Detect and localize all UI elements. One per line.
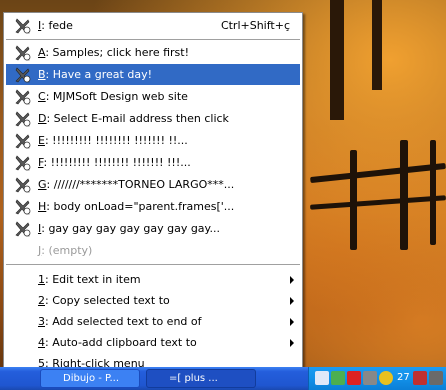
- tray-app-icon[interactable]: [363, 371, 377, 385]
- clip-item-label: G: ///////*******TORNEO LARGO***...: [38, 178, 234, 191]
- submenu-arrow-icon: [290, 318, 294, 326]
- shortcut-label: Ctrl+Shift+ç: [220, 19, 290, 32]
- fence-post: [400, 140, 408, 250]
- clip-item-label: E: !!!!!!!!! !!!!!!!! !!!!!!! !!...: [38, 134, 188, 147]
- clip-item-label: J: (empty): [38, 244, 92, 257]
- clip-item-text: : Select E-mail address then click: [46, 112, 229, 125]
- accelerator-key: E: [38, 134, 45, 147]
- clipboard-clip-icon: [14, 110, 32, 128]
- clip-item-label: I: gay gay gay gay gay gay gay...: [38, 222, 220, 235]
- clip-item-text: : body onLoad="parent.frames['...: [46, 200, 235, 213]
- clip-item-text: : MJMSoft Design web site: [45, 90, 188, 103]
- clip-item-text: : gay gay gay gay gay gay gay...: [41, 222, 220, 235]
- menu-separator: [6, 39, 300, 40]
- clipboard-clip-icon: [14, 220, 32, 238]
- accelerator-key: 4: [38, 336, 45, 349]
- menu-action-label: 3: Add selected text to end of: [38, 315, 202, 328]
- accelerator-key: 3: [38, 315, 45, 328]
- clip-item-c[interactable]: C: MJMSoft Design web site: [6, 86, 300, 107]
- context-menu: I: fede Ctrl+Shift+ç A: Samples; click her…: [3, 12, 303, 370]
- clip-item-label: C: MJMSoft Design web site: [38, 90, 188, 103]
- fence-rail: [310, 162, 446, 184]
- menu-action-2[interactable]: 2: Copy selected text to: [6, 290, 300, 311]
- clipboard-clip-icon: [14, 132, 32, 150]
- menu-action-3[interactable]: 3: Add selected text to end of: [6, 311, 300, 332]
- clip-item-label: A: Samples; click here first!: [38, 46, 189, 59]
- clip-item-e[interactable]: E: !!!!!!!!! !!!!!!!! !!!!!!! !!...: [6, 130, 300, 151]
- clip-item-text: : Samples; click here first!: [45, 46, 189, 59]
- clip-item-i-top[interactable]: I: fede Ctrl+Shift+ç: [6, 15, 300, 36]
- tray-app-icon[interactable]: [429, 371, 443, 385]
- clip-item-h[interactable]: H: body onLoad="parent.frames['...: [6, 196, 300, 217]
- clipboard-clip-icon: [14, 66, 32, 84]
- system-tray: 27: [308, 367, 446, 390]
- clip-item-text: : fede: [41, 19, 73, 32]
- clip-item-label: I: fede: [38, 19, 73, 32]
- accelerator-key: 1: [38, 273, 45, 286]
- taskbar: Dibujo - P... =[ plus ... 27: [0, 367, 446, 390]
- menu-action-text: : Copy selected text to: [45, 294, 170, 307]
- clip-item-f[interactable]: F: !!!!!!!!! !!!!!!!! !!!!!!! !!!...: [6, 152, 300, 173]
- clip-item-a[interactable]: A: Samples; click here first!: [6, 42, 300, 63]
- fence-rail: [309, 195, 446, 210]
- menu-action-label: 1: Edit text in item: [38, 273, 141, 286]
- tree-trunk: [372, 0, 382, 90]
- accelerator-key: 2: [38, 294, 45, 307]
- clock[interactable]: 27: [397, 372, 410, 383]
- clipboard-clip-icon: [14, 44, 32, 62]
- submenu-arrow-icon: [290, 276, 294, 284]
- menu-action-label: 2: Copy selected text to: [38, 294, 170, 307]
- submenu-arrow-icon: [290, 297, 294, 305]
- menu-action-text: : Edit text in item: [45, 273, 141, 286]
- clipboard-clip-icon: [14, 17, 32, 35]
- fence-post: [350, 150, 357, 250]
- tree-trunk: [330, 0, 344, 120]
- clip-item-text: : !!!!!!!!! !!!!!!!! !!!!!!! !!...: [44, 134, 188, 147]
- clip-item-label: F: !!!!!!!!! !!!!!!!! !!!!!!! !!!...: [38, 156, 191, 169]
- clipboard-clip-icon: [14, 154, 32, 172]
- tray-app-icon[interactable]: [379, 371, 393, 385]
- tray-app-icon[interactable]: [315, 371, 329, 385]
- clip-item-label: D: Select E-mail address then click: [38, 112, 229, 125]
- taskbar-button-plus[interactable]: =[ plus ...: [146, 369, 256, 388]
- menu-action-4[interactable]: 4: Auto-add clipboard text to: [6, 332, 300, 353]
- menu-action-text: : Add selected text to end of: [45, 315, 202, 328]
- clipboard-clip-icon: [14, 198, 32, 216]
- clip-item-label: B: Have a great day!: [38, 68, 152, 81]
- clip-item-g[interactable]: G: ///////*******TORNEO LARGO***...: [6, 174, 300, 195]
- taskbar-button-dibujo[interactable]: Dibujo - P...: [40, 369, 140, 388]
- clip-item-label: H: body onLoad="parent.frames['...: [38, 200, 234, 213]
- clip-item-text: : ///////*******TORNEO LARGO***...: [46, 178, 235, 191]
- menu-action-text: : Auto-add clipboard text to: [45, 336, 197, 349]
- tray-app-icon[interactable]: [413, 371, 427, 385]
- clip-item-j: J: (empty): [6, 240, 300, 261]
- accelerator-key: C: [38, 90, 46, 103]
- accelerator-key: B: [38, 68, 46, 81]
- submenu-arrow-icon: [290, 339, 294, 347]
- clipboard-clip-icon: [14, 88, 32, 106]
- tray-app-icon[interactable]: [331, 371, 345, 385]
- menu-separator: [6, 264, 300, 265]
- clip-item-d[interactable]: D: Select E-mail address then click: [6, 108, 300, 129]
- clipboard-clip-icon: [14, 176, 32, 194]
- fence-post: [430, 140, 436, 245]
- clip-item-text: : Have a great day!: [45, 68, 152, 81]
- clip-item-text: : (empty): [41, 244, 93, 257]
- accelerator-key: G: [38, 178, 47, 191]
- clip-item-i[interactable]: I: gay gay gay gay gay gay gay...: [6, 218, 300, 239]
- menu-action-1[interactable]: 1: Edit text in item: [6, 269, 300, 290]
- tray-app-icon[interactable]: [347, 371, 361, 385]
- clip-item-b[interactable]: B: Have a great day!: [6, 64, 300, 85]
- menu-action-label: 4: Auto-add clipboard text to: [38, 336, 197, 349]
- clip-item-text: : !!!!!!!!! !!!!!!!! !!!!!!! !!!...: [43, 156, 191, 169]
